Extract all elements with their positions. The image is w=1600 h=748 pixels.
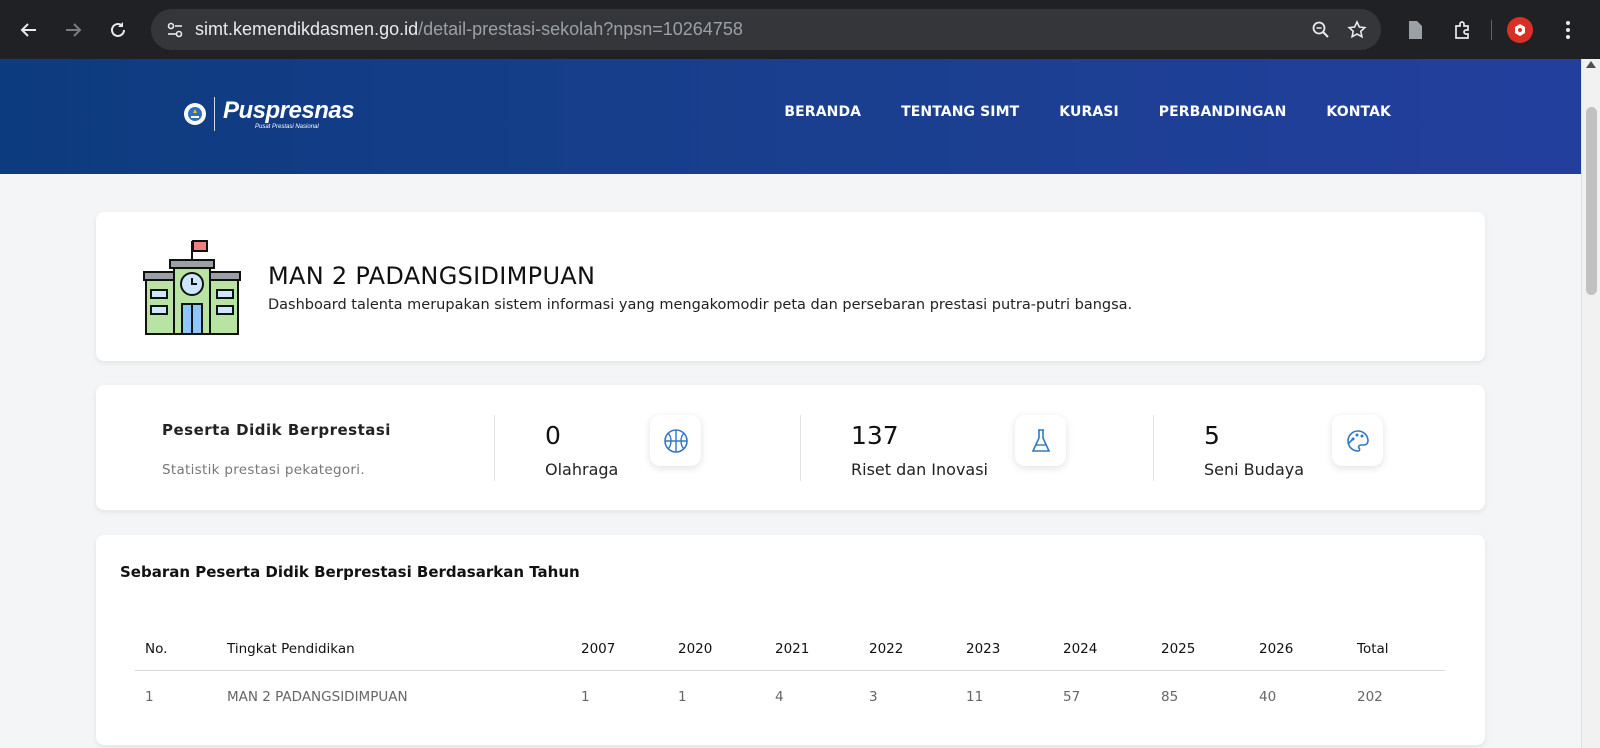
table-row: 1 MAN 2 PADANGSIDIMPUAN 1 1 4 3 11 57 85… xyxy=(135,670,1445,724)
profile-button[interactable] xyxy=(1498,8,1542,52)
cell-no: 1 xyxy=(145,689,154,706)
col-header-tingkat: Tingkat Pendidikan xyxy=(217,628,571,671)
cell-2026: 40 xyxy=(1259,689,1277,706)
back-button[interactable] xyxy=(7,8,51,52)
stats-heading: Peserta Didik Berprestasi xyxy=(162,421,391,439)
nav-tentang-simt[interactable]: TENTANG SIMT xyxy=(901,104,1019,120)
cell-tingkat: MAN 2 PADANGSIDIMPUAN xyxy=(227,689,408,706)
table-title: Sebaran Peserta Didik Berprestasi Berdas… xyxy=(120,563,580,581)
site-header: Puspresnas Pusat Prestasi Nasional BERAN… xyxy=(0,59,1581,174)
arrow-right-icon xyxy=(66,23,82,37)
distribution-card: Sebaran Peserta Didik Berprestasi Berdas… xyxy=(96,535,1485,745)
url-host: simt.kemendikdasmen.go.id xyxy=(195,19,419,39)
reload-button[interactable] xyxy=(96,8,140,52)
table-header-row: No. Tingkat Pendidikan 2007 2020 2021 20… xyxy=(135,628,1445,671)
profile-avatar xyxy=(1507,16,1533,43)
col-header-2023: 2023 xyxy=(956,628,1053,671)
browser-toolbar: simt.kemendikdasmen.go.id/detail-prestas… xyxy=(0,0,1600,59)
stats-subheading: Statistik prestasi pekategori. xyxy=(162,462,365,478)
col-header-2024: 2024 xyxy=(1053,628,1151,671)
reading-mode-button[interactable] xyxy=(1393,8,1437,52)
stats-card: Peserta Didik Berprestasi Statistik pres… xyxy=(96,385,1485,510)
site-info-button[interactable] xyxy=(155,9,195,50)
nav-perbandingan[interactable]: PERBANDINGAN xyxy=(1159,104,1287,120)
col-header-2025: 2025 xyxy=(1151,628,1249,671)
stats-divider xyxy=(494,415,495,481)
page-scrollbar[interactable] xyxy=(1581,59,1600,748)
stat-olahraga-value: 0 xyxy=(545,421,561,450)
col-header-no: No. xyxy=(135,628,217,671)
tune-icon xyxy=(167,22,183,37)
address-bar[interactable]: simt.kemendikdasmen.go.id/detail-prestas… xyxy=(151,9,1381,50)
puzzle-icon xyxy=(1455,20,1469,39)
school-description: Dashboard talenta merupakan sistem infor… xyxy=(268,297,1133,313)
cell-2024: 57 xyxy=(1063,689,1081,706)
toolbar-divider xyxy=(1491,19,1492,40)
cell-2021: 4 xyxy=(775,689,784,706)
stats-divider xyxy=(1153,415,1154,481)
flask-icon xyxy=(1015,415,1066,466)
logo-wordmark: Puspresnas xyxy=(223,96,355,124)
star-icon[interactable] xyxy=(1347,19,1367,40)
arrow-left-icon xyxy=(20,23,36,37)
stat-olahraga-label: Olahraga xyxy=(545,460,619,479)
stat-seni-value: 5 xyxy=(1204,421,1220,450)
logo-tagline: Pusat Prestasi Nasional xyxy=(255,123,319,130)
menu-button[interactable] xyxy=(1546,8,1590,52)
reload-icon xyxy=(111,22,125,37)
cell-2020: 1 xyxy=(678,689,687,706)
stats-divider xyxy=(800,415,801,481)
extensions-button[interactable] xyxy=(1441,8,1485,52)
zoom-icon[interactable] xyxy=(1311,20,1331,40)
nav-kontak[interactable]: KONTAK xyxy=(1326,104,1391,120)
stat-riset-label: Riset dan Inovasi xyxy=(851,460,988,479)
palette-icon xyxy=(1332,415,1383,466)
nav-kurasi[interactable]: KURASI xyxy=(1059,104,1118,120)
col-header-2026: 2026 xyxy=(1249,628,1347,671)
tut-wuri-emblem-icon xyxy=(184,103,206,125)
cell-2023: 11 xyxy=(966,689,984,706)
avatar-icon xyxy=(1515,23,1525,36)
cell-2022: 3 xyxy=(869,689,878,706)
main-nav: BERANDA TENTANG SIMT KURASI PERBANDINGAN… xyxy=(784,104,1391,120)
basketball-icon xyxy=(650,415,701,466)
stat-riset-value: 137 xyxy=(851,421,899,450)
col-header-2022: 2022 xyxy=(859,628,956,671)
school-card: MAN 2 PADANGSIDIMPUAN Dashboard talenta … xyxy=(96,212,1485,361)
col-header-2007: 2007 xyxy=(571,628,668,671)
scroll-up-arrow-icon[interactable] xyxy=(1586,61,1596,68)
col-header-2020: 2020 xyxy=(668,628,765,671)
logo-separator xyxy=(214,97,215,131)
nav-beranda[interactable]: BERANDA xyxy=(784,104,861,120)
scroll-thumb[interactable] xyxy=(1586,107,1597,295)
url-path: /detail-prestasi-sekolah?npsn=10264758 xyxy=(418,19,743,39)
document-icon xyxy=(1409,20,1422,39)
forward-button[interactable] xyxy=(51,8,95,52)
cell-2007: 1 xyxy=(581,689,590,706)
kebab-icon xyxy=(1566,20,1570,39)
distribution-table: No. Tingkat Pendidikan 2007 2020 2021 20… xyxy=(135,628,1445,724)
cell-2025: 85 xyxy=(1161,689,1179,706)
school-name: MAN 2 PADANGSIDIMPUAN xyxy=(268,262,596,290)
site-logo[interactable]: Puspresnas Pusat Prestasi Nasional xyxy=(184,96,355,131)
stat-seni-label: Seni Budaya xyxy=(1204,460,1305,479)
school-building-icon xyxy=(143,240,241,335)
cell-total: 202 xyxy=(1357,689,1383,706)
url-text: simt.kemendikdasmen.go.id/detail-prestas… xyxy=(195,19,743,40)
col-header-2021: 2021 xyxy=(765,628,859,671)
col-header-total: Total xyxy=(1347,628,1445,671)
